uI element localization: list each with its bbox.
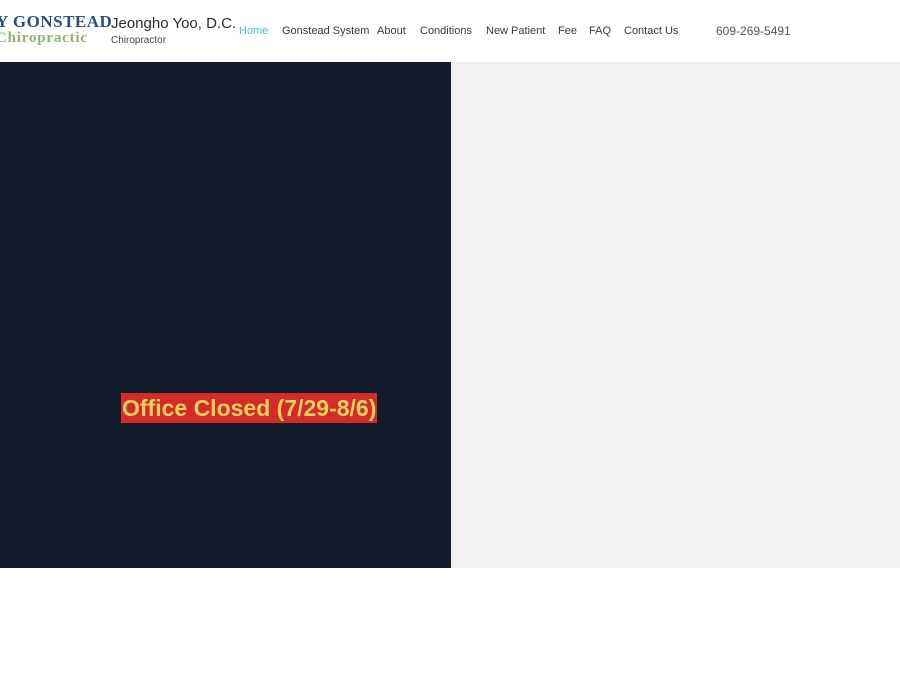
nav-item-new-patient[interactable]: New Patient (486, 24, 545, 38)
office-closed-banner: Office Closed (7/29-8/6) (121, 393, 378, 423)
nav-item-about[interactable]: About (377, 24, 406, 38)
nav-item-conditions[interactable]: Conditions (420, 24, 472, 38)
logo-wordmark-bottom: Chiropractic (0, 30, 88, 46)
nav-item-contact-us[interactable]: Contact Us (624, 24, 678, 38)
hero-right-panel (451, 62, 900, 568)
site-header: Y GONSTEAD Chiropractic Jeongho Yoo, D.C… (0, 0, 900, 62)
doctor-name: Jeongho Yoo, D.C. (111, 15, 237, 32)
logo-wordmark-top: Y GONSTEAD (0, 12, 113, 31)
doctor-info: Jeongho Yoo, D.C. Chiropractor (111, 15, 236, 46)
nav-item-fee[interactable]: Fee (558, 24, 577, 38)
nav-item-gonstead-system[interactable]: Gonstead System (282, 24, 369, 38)
nav-item-home[interactable]: Home (239, 24, 268, 38)
doctor-title: Chiropractor (111, 35, 167, 46)
phone-number[interactable]: 609-269-5491 (716, 24, 791, 38)
clinic-logo[interactable]: Y GONSTEAD Chiropractic (0, 12, 112, 52)
nav-item-faq[interactable]: FAQ (589, 24, 611, 38)
hero-left-panel (0, 62, 451, 568)
